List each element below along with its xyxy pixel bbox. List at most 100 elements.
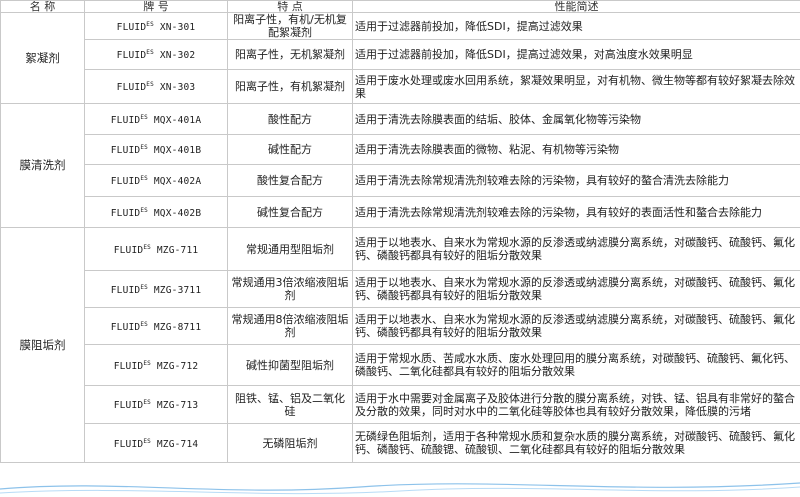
model-text: MZG-714 (156, 439, 199, 451)
code-cell: FLUIDES MZG-3711 (84, 270, 228, 308)
brand-superscript: ES (146, 49, 154, 57)
model-text: MZG-8711 (153, 322, 202, 334)
brand-superscript: ES (143, 243, 151, 251)
brand-text: FLUID (110, 285, 141, 297)
category-cell: 膜清洗剂 (0, 103, 85, 228)
feature-cell: 酸性配方 (227, 103, 353, 135)
description-cell: 适用于常规水质、苦咸水水质、废水处理回用的膜分离系统，对碳酸钙、硫酸钙、氟化钙、… (352, 344, 800, 386)
description-cell: 无磷绿色阻垢剂，适用于各种常规水质和复杂水质的膜分离系统，对碳酸钙、硫酸钙、氟化… (352, 423, 800, 463)
brand-superscript: ES (146, 20, 154, 28)
brand-superscript: ES (140, 113, 148, 121)
brand-text: FLUID (110, 115, 141, 127)
brand-superscript: ES (143, 399, 151, 407)
table-row: FLUIDES MZG-712 碱性抑菌型阻垢剂 适用于常规水质、苦咸水水质、废水处… (1, 344, 800, 386)
code-cell: FLUIDES MZG-714 (84, 423, 228, 463)
code-cell: FLUIDES MQX-402A (84, 164, 228, 197)
feature-cell: 常规通用3倍浓缩液阻垢剂 (227, 270, 353, 308)
table-row: FLUIDES MQX-401B 碱性配方 适用于清洗去除膜表面的微物、粘泥、有机物… (1, 134, 800, 165)
table-row: FLUIDES MZG-713 阻铁、锰、铝及二氧化硅 适用于水中需要对金属离子及胶… (1, 385, 800, 424)
brand-text: FLUID (113, 439, 144, 451)
code-cell: FLUIDES MZG-711 (84, 227, 228, 271)
table-row: FLUIDES MQX-402A 酸性复合配方 适用于清洗去除常规清洗剂较难去除的污… (1, 164, 800, 197)
model-text: MZG-3711 (153, 285, 202, 297)
feature-cell: 阳离子性，无机絮凝剂 (227, 39, 353, 70)
feature-cell: 常规通用型阻垢剂 (227, 227, 353, 271)
description-cell: 适用于清洗去除膜表面的结垢、胶体、金属氧化物等污染物 (352, 103, 800, 135)
table-row: FLUIDES MZG-8711 常规通用8倍浓缩液阻垢剂 适用于以地表水、自来水为… (1, 307, 800, 345)
table-row: 絮凝剂 FLUIDES XN-301 阳离子性，有机/无机复配絮凝剂 适用于过滤器前投… (0, 12, 800, 104)
brand-text: FLUID (116, 50, 147, 62)
table-row: FLUIDES MZG-714 无磷阻垢剂 无磷绿色阻垢剂，适用于各种常规水质和复杂… (1, 423, 800, 463)
brand-superscript: ES (140, 206, 148, 214)
header-code: 牌 号 (84, 0, 228, 13)
code-cell: FLUIDES MQX-401A (84, 103, 228, 135)
brand-text: FLUID (113, 400, 144, 412)
feature-cell: 无磷阻垢剂 (227, 423, 353, 463)
brand-superscript: ES (143, 437, 151, 445)
description-cell: 适用于以地表水、自来水为常规水源的反渗透或纳滤膜分离系统，对碳酸钙、硫酸钙、氟化… (352, 307, 800, 345)
description-cell: 适用于清洗去除常规清洗剂较难去除的污染物，具有较好的螯合清洗去除能力 (352, 164, 800, 197)
brand-superscript: ES (140, 144, 148, 152)
brand-text: FLUID (110, 145, 141, 157)
description-cell: 适用于过滤器前投加，降低SDI，提高过滤效果，对高浊度水效果明显 (352, 39, 800, 70)
feature-cell: 碱性配方 (227, 134, 353, 165)
description-cell: 适用于清洗去除常规清洗剂较难去除的污染物，具有较好的表面活性和螯合去除能力 (352, 196, 800, 228)
model-text: MZG-711 (156, 245, 199, 257)
code-cell: FLUIDES XN-302 (84, 39, 228, 70)
description-cell: 适用于水中需要对金属离子及胶体进行分散的膜分离系统，对铁、锰、铝具有非常好的螯合… (352, 385, 800, 424)
header-desc: 性能简述 (352, 0, 800, 13)
code-cell: FLUIDES MZG-713 (84, 385, 228, 424)
feature-cell: 常规通用8倍浓缩液阻垢剂 (227, 307, 353, 345)
code-cell: FLUIDES MQX-401B (84, 134, 228, 165)
feature-cell: 阳离子性，有机/无机复配絮凝剂 (227, 12, 353, 40)
table-row: FLUIDES MQX-402B 碱性复合配方 适用于清洗去除常规清洗剂较难去除的污… (1, 196, 800, 228)
category-cell: 絮凝剂 (0, 12, 85, 104)
feature-cell: 碱性抑菌型阻垢剂 (227, 344, 353, 386)
code-cell: FLUIDES MZG-8711 (84, 307, 228, 345)
brand-superscript: ES (140, 320, 148, 328)
feature-cell: 碱性复合配方 (227, 196, 353, 228)
brand-text: FLUID (110, 322, 141, 334)
code-cell: FLUIDES XN-301 (84, 12, 228, 40)
description-cell: 适用于以地表水、自来水为常规水源的反渗透或纳滤膜分离系统，对碳酸钙、硫酸钙、氟化… (352, 227, 800, 271)
description-cell: 适用于废水处理或废水回用系统，絮凝效果明显，对有机物、微生物等都有较好絮凝去除效… (352, 69, 800, 104)
model-text: MQX-401B (153, 145, 202, 157)
feature-cell: 酸性复合配方 (227, 164, 353, 197)
table-row: 膜清洗剂 FLUIDES MQX-401A 酸性配方 适用于清洗去除膜表面的结垢、胶体… (0, 103, 800, 228)
header-feature: 特 点 (227, 0, 353, 13)
product-table: 名 称 牌 号 特 点 性能简述 絮凝剂 FLUIDES XN-301 阳离子性，有… (0, 0, 800, 463)
brand-superscript: ES (140, 175, 148, 183)
wave-decoration (0, 482, 800, 495)
brand-text: FLUID (113, 245, 144, 257)
table-row: FLUIDES XN-303 阳离子性，有机絮凝剂 适用于废水处理或废水回用系统，絮… (1, 69, 800, 104)
description-cell: 适用于以地表水、自来水为常规水源的反渗透或纳滤膜分离系统，对碳酸钙、硫酸钙、氟化… (352, 270, 800, 308)
model-text: XN-301 (159, 22, 196, 34)
table-row: 膜阻垢剂 FLUIDES MZG-711 常规通用型阻垢剂 适用于以地表水、自来水为常… (0, 227, 800, 463)
model-text: MQX-402A (153, 176, 202, 188)
description-cell: 适用于过滤器前投加，降低SDI，提高过滤效果 (352, 12, 800, 40)
header-name: 名 称 (0, 0, 85, 13)
header-row: 名 称 牌 号 特 点 性能简述 (0, 0, 800, 13)
model-text: XN-303 (159, 82, 196, 94)
table-row: FLUIDES XN-302 阳离子性，无机絮凝剂 适用于过滤器前投加，降低SDI，… (1, 39, 800, 70)
model-text: MQX-401A (153, 115, 202, 127)
brand-text: FLUID (110, 208, 141, 220)
description-cell: 适用于清洗去除膜表面的微物、粘泥、有机物等污染物 (352, 134, 800, 165)
model-text: MQX-402B (153, 208, 202, 220)
feature-cell: 阻铁、锰、铝及二氧化硅 (227, 385, 353, 424)
feature-cell: 阳离子性，有机絮凝剂 (227, 69, 353, 104)
model-text: MZG-712 (156, 361, 199, 373)
category-cell: 膜阻垢剂 (0, 227, 85, 463)
brand-text: FLUID (116, 22, 147, 34)
brand-superscript: ES (146, 81, 154, 89)
model-text: MZG-713 (156, 400, 199, 412)
brand-text: FLUID (110, 176, 141, 188)
table-body: 絮凝剂 FLUIDES XN-301 阳离子性，有机/无机复配絮凝剂 适用于过滤器前投… (0, 12, 800, 463)
code-cell: FLUIDES XN-303 (84, 69, 228, 104)
brand-superscript: ES (140, 283, 148, 291)
brand-superscript: ES (143, 359, 151, 367)
code-cell: FLUIDES MQX-402B (84, 196, 228, 228)
table-row: FLUIDES MZG-3711 常规通用3倍浓缩液阻垢剂 适用于以地表水、自来水为… (1, 270, 800, 308)
brand-text: FLUID (113, 361, 144, 373)
code-cell: FLUIDES MZG-712 (84, 344, 228, 386)
